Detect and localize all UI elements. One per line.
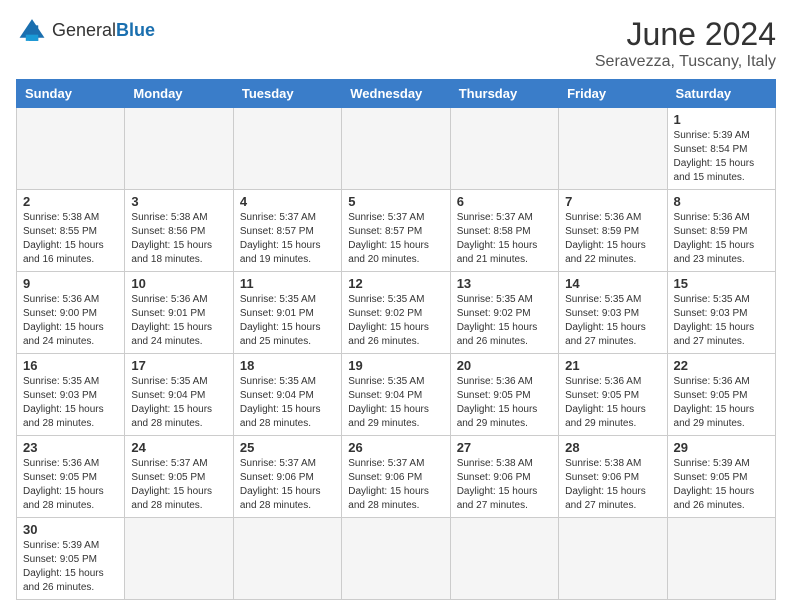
day-8: 8 Sunrise: 5:36 AMSunset: 8:59 PMDayligh… [667,190,775,272]
day-20: 20 Sunrise: 5:36 AMSunset: 9:05 PMDaylig… [450,354,558,436]
day-14: 14 Sunrise: 5:35 AMSunset: 9:03 PMDaylig… [559,272,667,354]
empty-cell-30-thu [450,518,558,600]
empty-cell-30-mon [125,518,233,600]
empty-cell [233,108,341,190]
header-thursday: Thursday [450,80,558,108]
day-24: 24 Sunrise: 5:37 AMSunset: 9:05 PMDaylig… [125,436,233,518]
empty-cell [559,108,667,190]
header-friday: Friday [559,80,667,108]
day-23: 23 Sunrise: 5:36 AMSunset: 9:05 PMDaylig… [17,436,125,518]
week-row-3: 9 Sunrise: 5:36 AMSunset: 9:00 PMDayligh… [17,272,776,354]
empty-cell-30-tue [233,518,341,600]
day-26: 26 Sunrise: 5:37 AMSunset: 9:06 PMDaylig… [342,436,450,518]
header-monday: Monday [125,80,233,108]
header-saturday: Saturday [667,80,775,108]
week-row-4: 16 Sunrise: 5:35 AMSunset: 9:03 PMDaylig… [17,354,776,436]
day-12: 12 Sunrise: 5:35 AMSunset: 9:02 PMDaylig… [342,272,450,354]
empty-cell [125,108,233,190]
day-18: 18 Sunrise: 5:35 AMSunset: 9:04 PMDaylig… [233,354,341,436]
empty-cell-30-fri [559,518,667,600]
week-row-2: 2 Sunrise: 5:38 AMSunset: 8:55 PMDayligh… [17,190,776,272]
empty-cell-30-sat [667,518,775,600]
header-tuesday: Tuesday [233,80,341,108]
day-27: 27 Sunrise: 5:38 AMSunset: 9:06 PMDaylig… [450,436,558,518]
empty-cell [17,108,125,190]
logo-text: GeneralBlue [52,20,155,41]
day-2: 2 Sunrise: 5:38 AMSunset: 8:55 PMDayligh… [17,190,125,272]
day-1: 1 Sunrise: 5:39 AM Sunset: 8:54 PM Dayli… [667,108,775,190]
logo-icon [16,16,48,44]
header-wednesday: Wednesday [342,80,450,108]
day-16: 16 Sunrise: 5:35 AMSunset: 9:03 PMDaylig… [17,354,125,436]
day-5: 5 Sunrise: 5:37 AMSunset: 8:57 PMDayligh… [342,190,450,272]
day-11: 11 Sunrise: 5:35 AMSunset: 9:01 PMDaylig… [233,272,341,354]
week-row-5: 23 Sunrise: 5:36 AMSunset: 9:05 PMDaylig… [17,436,776,518]
calendar-table: Sunday Monday Tuesday Wednesday Thursday… [16,79,776,600]
day-4: 4 Sunrise: 5:37 AMSunset: 8:57 PMDayligh… [233,190,341,272]
day-13: 13 Sunrise: 5:35 AMSunset: 9:02 PMDaylig… [450,272,558,354]
week-row-1: 1 Sunrise: 5:39 AM Sunset: 8:54 PM Dayli… [17,108,776,190]
empty-cell-30-wed [342,518,450,600]
day-7: 7 Sunrise: 5:36 AMSunset: 8:59 PMDayligh… [559,190,667,272]
header-sunday: Sunday [17,80,125,108]
page-header: GeneralBlue June 2024 Seravezza, Tuscany… [16,16,776,71]
day-25: 25 Sunrise: 5:37 AMSunset: 9:06 PMDaylig… [233,436,341,518]
day-28: 28 Sunrise: 5:38 AMSunset: 9:06 PMDaylig… [559,436,667,518]
week-row-6: 30 Sunrise: 5:39 AMSunset: 9:05 PMDaylig… [17,518,776,600]
weekday-header-row: Sunday Monday Tuesday Wednesday Thursday… [17,80,776,108]
day-9: 9 Sunrise: 5:36 AMSunset: 9:00 PMDayligh… [17,272,125,354]
empty-cell [450,108,558,190]
day-29: 29 Sunrise: 5:39 AMSunset: 9:05 PMDaylig… [667,436,775,518]
logo: GeneralBlue [16,16,155,44]
day-15: 15 Sunrise: 5:35 AMSunset: 9:03 PMDaylig… [667,272,775,354]
empty-cell [342,108,450,190]
day-6: 6 Sunrise: 5:37 AMSunset: 8:58 PMDayligh… [450,190,558,272]
day-21: 21 Sunrise: 5:36 AMSunset: 9:05 PMDaylig… [559,354,667,436]
day-3: 3 Sunrise: 5:38 AMSunset: 8:56 PMDayligh… [125,190,233,272]
location: Seravezza, Tuscany, Italy [595,53,776,71]
title-block: June 2024 Seravezza, Tuscany, Italy [595,16,776,71]
day-30: 30 Sunrise: 5:39 AMSunset: 9:05 PMDaylig… [17,518,125,600]
day-17: 17 Sunrise: 5:35 AMSunset: 9:04 PMDaylig… [125,354,233,436]
day-22: 22 Sunrise: 5:36 AMSunset: 9:05 PMDaylig… [667,354,775,436]
day-19: 19 Sunrise: 5:35 AMSunset: 9:04 PMDaylig… [342,354,450,436]
day-10: 10 Sunrise: 5:36 AMSunset: 9:01 PMDaylig… [125,272,233,354]
month-title: June 2024 [595,16,776,53]
